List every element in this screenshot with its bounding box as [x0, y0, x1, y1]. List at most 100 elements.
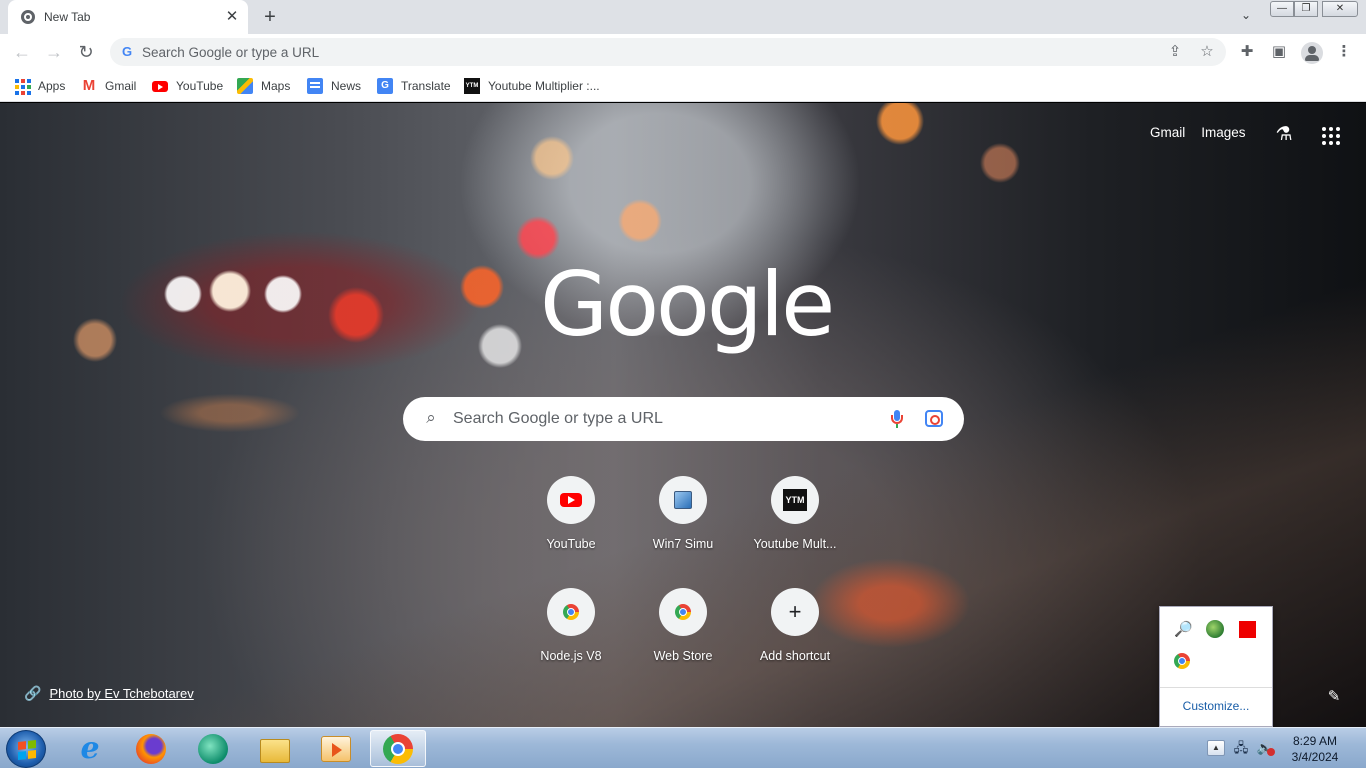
- shortcut-title: Add shortcut: [759, 649, 831, 663]
- firefox-icon: [136, 733, 166, 764]
- taskbar-chrome[interactable]: [370, 730, 426, 767]
- bookmark-gmail[interactable]: M Gmail: [81, 75, 137, 97]
- shortcut-youtube[interactable]: YouTube: [515, 475, 627, 587]
- shortcut-youtube-multiplier[interactable]: YTM Youtube Mult...: [739, 475, 851, 587]
- internet-explorer-icon: e: [80, 730, 100, 766]
- labs-flask-icon[interactable]: ⚗: [1272, 123, 1296, 147]
- new-tab-button[interactable]: +: [258, 6, 282, 30]
- shortcut-icon-circle: [547, 476, 595, 524]
- attribution-text[interactable]: Photo by Ev Tchebotarev: [49, 686, 193, 701]
- translate-icon: G: [377, 78, 393, 94]
- photo-attribution[interactable]: 🔗 Photo by Ev Tchebotarev: [24, 685, 194, 702]
- bookmark-label: Maps: [261, 79, 291, 93]
- apps-grid-icon: [14, 78, 31, 95]
- chat-icon: [198, 733, 228, 764]
- win7-simu-icon: [674, 491, 692, 509]
- plus-icon: +: [788, 599, 802, 624]
- search-icon: ⌕: [426, 408, 436, 427]
- taskbar-firefox[interactable]: [123, 730, 179, 767]
- notification-area-overflow: 🔎 Customize...: [1159, 606, 1273, 727]
- bookmark-translate[interactable]: G Translate: [377, 75, 451, 97]
- side-panel-icon[interactable]: ▣: [1269, 42, 1289, 62]
- link-icon: 🔗: [24, 685, 42, 701]
- reload-button[interactable]: ↻: [74, 40, 98, 64]
- maximize-button[interactable]: ❐: [1294, 1, 1318, 17]
- shortcut-web-store[interactable]: Web Store: [627, 587, 739, 699]
- address-bar[interactable]: G Search Google or type a URL ⇪ ☆: [110, 38, 1226, 66]
- start-button[interactable]: [6, 730, 46, 768]
- shortcut-icon-circle: YTM: [771, 476, 819, 524]
- minimize-button[interactable]: —: [1270, 1, 1294, 17]
- google-g-icon: G: [121, 44, 133, 59]
- clock-date: 3/4/2024: [1291, 750, 1339, 764]
- bookmark-youtube[interactable]: YouTube: [152, 75, 223, 97]
- bookmark-apps[interactable]: Apps: [14, 75, 65, 97]
- volume-muted-icon[interactable]: 🔊: [1256, 740, 1275, 756]
- windows-logo-icon: [18, 740, 36, 760]
- customize-link[interactable]: Customize...: [1160, 699, 1272, 713]
- images-link[interactable]: Images: [1201, 125, 1245, 140]
- globe-icon[interactable]: [1206, 620, 1224, 638]
- media-player-icon: [321, 735, 351, 762]
- network-icon[interactable]: 🖧: [1233, 740, 1249, 756]
- chrome-icon: [383, 733, 413, 764]
- shortcut-title: Youtube Mult...: [753, 537, 837, 551]
- bookmark-label: YouTube: [176, 79, 224, 93]
- profile-avatar[interactable]: [1301, 42, 1323, 64]
- shortcut-title: YouTube: [546, 537, 596, 551]
- chrome-icon[interactable]: [1174, 653, 1190, 669]
- youtube-icon: [152, 80, 168, 92]
- bookmark-label: Apps: [38, 79, 66, 93]
- google-lens-icon[interactable]: [925, 410, 943, 427]
- chrome-icon: [563, 604, 579, 620]
- bookmark-label: Youtube Multiplier :...: [488, 79, 600, 93]
- ntp-top-links: Gmail Images: [1150, 125, 1246, 140]
- bookmark-label: Translate: [401, 79, 451, 93]
- bookmark-label: News: [331, 79, 362, 93]
- bookmark-label: Gmail: [105, 79, 137, 93]
- divider: [1160, 687, 1272, 688]
- taskbar-chat[interactable]: [185, 730, 241, 767]
- taskbar-internet-explorer[interactable]: e: [62, 730, 118, 767]
- clock-time: 8:29 AM: [1292, 734, 1338, 748]
- shortcut-win7-simu[interactable]: Win7 Simu: [627, 475, 739, 587]
- bookmark-news[interactable]: News: [307, 75, 361, 97]
- bookmark-star-icon[interactable]: ☆: [1198, 43, 1216, 61]
- forward-button[interactable]: →: [42, 40, 66, 64]
- close-tab-button[interactable]: ✕: [222, 7, 242, 27]
- ntp-search-box[interactable]: ⌕: [403, 397, 964, 441]
- google-logo: Google: [540, 253, 835, 356]
- taskbar-media-player[interactable]: [308, 730, 364, 767]
- red-square-icon[interactable]: [1239, 621, 1256, 638]
- shortcut-nodejs-v8[interactable]: Node.js V8: [515, 587, 627, 699]
- bookmark-youtube-multiplier[interactable]: YTM Youtube Multiplier :...: [464, 75, 600, 97]
- system-clock[interactable]: 8:29 AM 3/4/2024: [1284, 733, 1346, 765]
- shortcut-title: Win7 Simu: [652, 537, 714, 551]
- shortcut-add[interactable]: + Add shortcut: [739, 587, 851, 699]
- share-icon[interactable]: ⇪: [1166, 43, 1184, 61]
- taskbar-file-explorer[interactable]: [247, 730, 303, 767]
- file-explorer-icon: [260, 738, 290, 763]
- extensions-icon[interactable]: ✚: [1237, 42, 1257, 62]
- chrome-icon: [675, 604, 691, 620]
- show-hidden-icons-button[interactable]: ▲: [1207, 740, 1225, 756]
- windows-taskbar: e ▲ 🖧 🔊 8:29 AM 3/4/2024: [0, 727, 1366, 768]
- shortcut-icon-circle: [659, 476, 707, 524]
- youtube-icon: [560, 493, 582, 507]
- tab-new-tab[interactable]: New Tab ✕: [8, 0, 248, 34]
- shortcut-title: Web Store: [653, 649, 713, 663]
- gmail-link[interactable]: Gmail: [1150, 125, 1185, 140]
- bookmark-maps[interactable]: Maps: [237, 75, 290, 97]
- search-tool-icon[interactable]: 🔎: [1174, 621, 1193, 639]
- ytm-icon: YTM: [464, 78, 480, 94]
- close-window-button[interactable]: ✕: [1322, 1, 1358, 17]
- customize-pencil-icon[interactable]: ✎: [1324, 687, 1344, 707]
- tab-search-button[interactable]: ⌄: [1236, 8, 1256, 26]
- google-apps-icon[interactable]: [1322, 127, 1340, 145]
- search-input[interactable]: [453, 407, 873, 431]
- tab-title: New Tab: [44, 10, 91, 24]
- microphone-icon[interactable]: [889, 408, 905, 430]
- back-button[interactable]: ←: [10, 40, 34, 64]
- address-bar-placeholder: Search Google or type a URL: [142, 45, 320, 60]
- chrome-menu-button[interactable]: ⋮: [1334, 42, 1354, 62]
